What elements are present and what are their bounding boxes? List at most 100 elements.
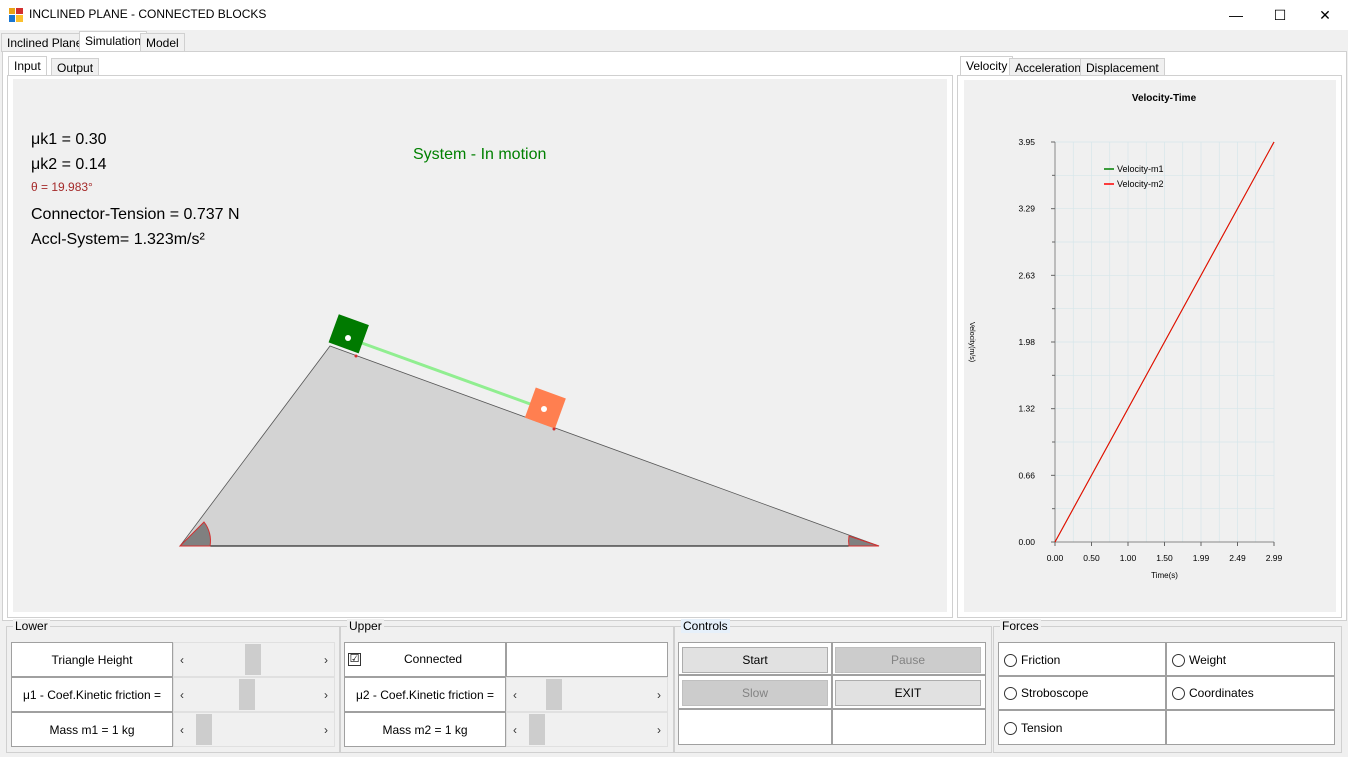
velocity-chart-area: Velocity-Time 0.00 0.50 1.00 1.50 1.99 2.49 2.9… <box>964 80 1336 612</box>
triangle-height-label: Triangle Height <box>51 653 133 667</box>
scroll-left-arrow-icon[interactable]: ‹ <box>507 713 523 746</box>
triangle-height-scrollbar[interactable]: ‹ › <box>173 642 335 677</box>
mass1-label-cell: Mass m1 = 1 kg <box>11 712 173 747</box>
stroboscope-label: Stroboscope <box>1021 686 1089 700</box>
scroll-right-arrow-icon[interactable]: › <box>651 713 667 746</box>
rope-anchor-m2 <box>541 406 547 412</box>
maximize-button[interactable]: ☐ <box>1257 0 1303 30</box>
stroboscope-option[interactable]: Stroboscope <box>998 676 1166 710</box>
scroll-left-arrow-icon[interactable]: ‹ <box>507 678 523 711</box>
scroll-left-arrow-icon[interactable]: ‹ <box>174 678 190 711</box>
controls-group-title: Controls <box>681 619 730 633</box>
x-tick-label: 1.00 <box>1120 553 1137 563</box>
mass1-label: Mass m1 = 1 kg <box>49 723 135 737</box>
stroboscope-radio[interactable] <box>1004 687 1017 700</box>
weight-radio[interactable] <box>1172 654 1185 667</box>
x-tick-label: 2.99 <box>1266 553 1283 563</box>
scroll-thumb[interactable] <box>239 679 256 710</box>
tab-simulation[interactable]: Simulation <box>79 31 148 52</box>
title-bar: INCLINED PLANE - CONNECTED BLOCKS — ☐ ✕ <box>0 0 1348 30</box>
scroll-right-arrow-icon[interactable]: › <box>318 678 334 711</box>
start-button[interactable]: Start <box>682 647 828 673</box>
scroll-right-arrow-icon[interactable]: › <box>318 643 334 676</box>
exit-button[interactable]: EXIT <box>835 680 981 706</box>
tension-option[interactable]: Tension <box>998 710 1166 745</box>
close-button[interactable]: ✕ <box>1302 0 1348 30</box>
tab-input[interactable]: Input <box>8 56 47 77</box>
chart-title: Velocity-Time <box>1132 93 1197 104</box>
tab-label: Inclined Plane <box>7 36 83 50</box>
rope-anchor-m1 <box>345 335 351 341</box>
mass2-label-cell: Mass m2 = 1 kg <box>344 712 506 747</box>
slow-button[interactable]: Slow <box>682 680 828 706</box>
incline-drawing <box>178 314 880 547</box>
scroll-thumb[interactable] <box>528 714 545 745</box>
pause-button[interactable]: Pause <box>835 647 981 673</box>
y-tick-label: 3.29 <box>1018 204 1035 214</box>
app-icon <box>9 8 23 22</box>
scroll-right-arrow-icon[interactable]: › <box>651 678 667 711</box>
coordinates-label: Coordinates <box>1189 686 1254 700</box>
tab-label: Simulation <box>85 34 142 48</box>
connected-cell[interactable]: ☑ Connected <box>344 642 506 677</box>
minimize-icon: — <box>1229 7 1243 23</box>
x-tick-label: 2.49 <box>1229 553 1246 563</box>
connected-label: Connected <box>404 652 463 666</box>
triangle-height-label-cell: Triangle Height <box>11 642 173 677</box>
tab-model[interactable]: Model <box>140 33 185 52</box>
connected-checkbox[interactable]: ☑ <box>348 653 361 666</box>
mu1-scrollbar[interactable]: ‹ › <box>173 677 335 712</box>
window-title: INCLINED PLANE - CONNECTED BLOCKS <box>29 7 267 21</box>
x-tick-label: 0.50 <box>1083 553 1100 563</box>
x-axis-label: Time(s) <box>1151 571 1178 580</box>
legend-entry: Velocity-m1 <box>1117 164 1164 174</box>
x-tick-label: 0.00 <box>1047 553 1064 563</box>
tab-label: Acceleration <box>1015 61 1082 75</box>
velocity-chart: Velocity-Time 0.00 0.50 1.00 1.50 1.99 2.49 2.9… <box>968 93 1283 580</box>
y-tick-label: 2.63 <box>1018 270 1035 280</box>
mass2-scrollbar[interactable]: ‹ › <box>506 712 668 747</box>
mu2-scrollbar[interactable]: ‹ › <box>506 677 668 712</box>
y-tick-label: 0.66 <box>1018 470 1035 480</box>
scroll-thumb[interactable] <box>195 714 212 745</box>
mu1-label-cell: μ1 - Coef.Kinetic friction = 0.30 <box>11 677 173 737</box>
empty-cell <box>506 642 668 677</box>
mu2-label-cell: μ2 - Coef.Kinetic friction = 0.14 <box>344 677 506 737</box>
mass2-label: Mass m2 = 1 kg <box>382 723 468 737</box>
mass1-scrollbar[interactable]: ‹ › <box>173 712 335 747</box>
scroll-thumb[interactable] <box>244 644 261 675</box>
scroll-left-arrow-icon[interactable]: ‹ <box>174 713 190 746</box>
friction-option[interactable]: Friction <box>998 642 1166 676</box>
friction-radio[interactable] <box>1004 654 1017 667</box>
empty-cell <box>1166 710 1335 745</box>
close-icon: ✕ <box>1319 7 1331 23</box>
coordinates-radio[interactable] <box>1172 687 1185 700</box>
x-tick-label: 1.50 <box>1156 553 1173 563</box>
friction-label: Friction <box>1021 653 1061 667</box>
coordinates-option[interactable]: Coordinates <box>1166 676 1335 710</box>
y-tick-label: 0.00 <box>1018 537 1035 547</box>
maximize-icon: ☐ <box>1273 7 1287 23</box>
tension-radio[interactable] <box>1004 722 1017 735</box>
weight-option[interactable]: Weight <box>1166 642 1335 676</box>
scroll-thumb[interactable] <box>545 679 562 710</box>
tab-inclined-plane[interactable]: Inclined Plane <box>1 33 89 52</box>
y-tick-label: 1.98 <box>1018 337 1035 347</box>
empty-cell <box>678 709 832 745</box>
forces-group-title: Forces <box>1000 619 1041 633</box>
tension-label: Tension <box>1021 721 1063 735</box>
scroll-right-arrow-icon[interactable]: › <box>318 713 334 746</box>
scroll-left-arrow-icon[interactable]: ‹ <box>174 643 190 676</box>
tab-velocity[interactable]: Velocity <box>960 56 1014 77</box>
tab-label: Velocity <box>966 59 1008 73</box>
angle-marker-right <box>848 535 880 547</box>
simulation-canvas: μk1 = 0.30 μk2 = 0.14 θ = 19.983° Connec… <box>13 79 947 612</box>
minimize-button[interactable]: — <box>1213 0 1259 30</box>
weight-label: Weight <box>1189 653 1227 667</box>
upper-group-title: Upper <box>347 619 384 633</box>
x-tick-label: 1.99 <box>1193 553 1210 563</box>
y-tick-label: 1.32 <box>1018 404 1035 414</box>
tab-label: Input <box>14 59 41 73</box>
y-tick-label: 3.95 <box>1018 137 1035 147</box>
incline-triangle <box>179 345 880 547</box>
